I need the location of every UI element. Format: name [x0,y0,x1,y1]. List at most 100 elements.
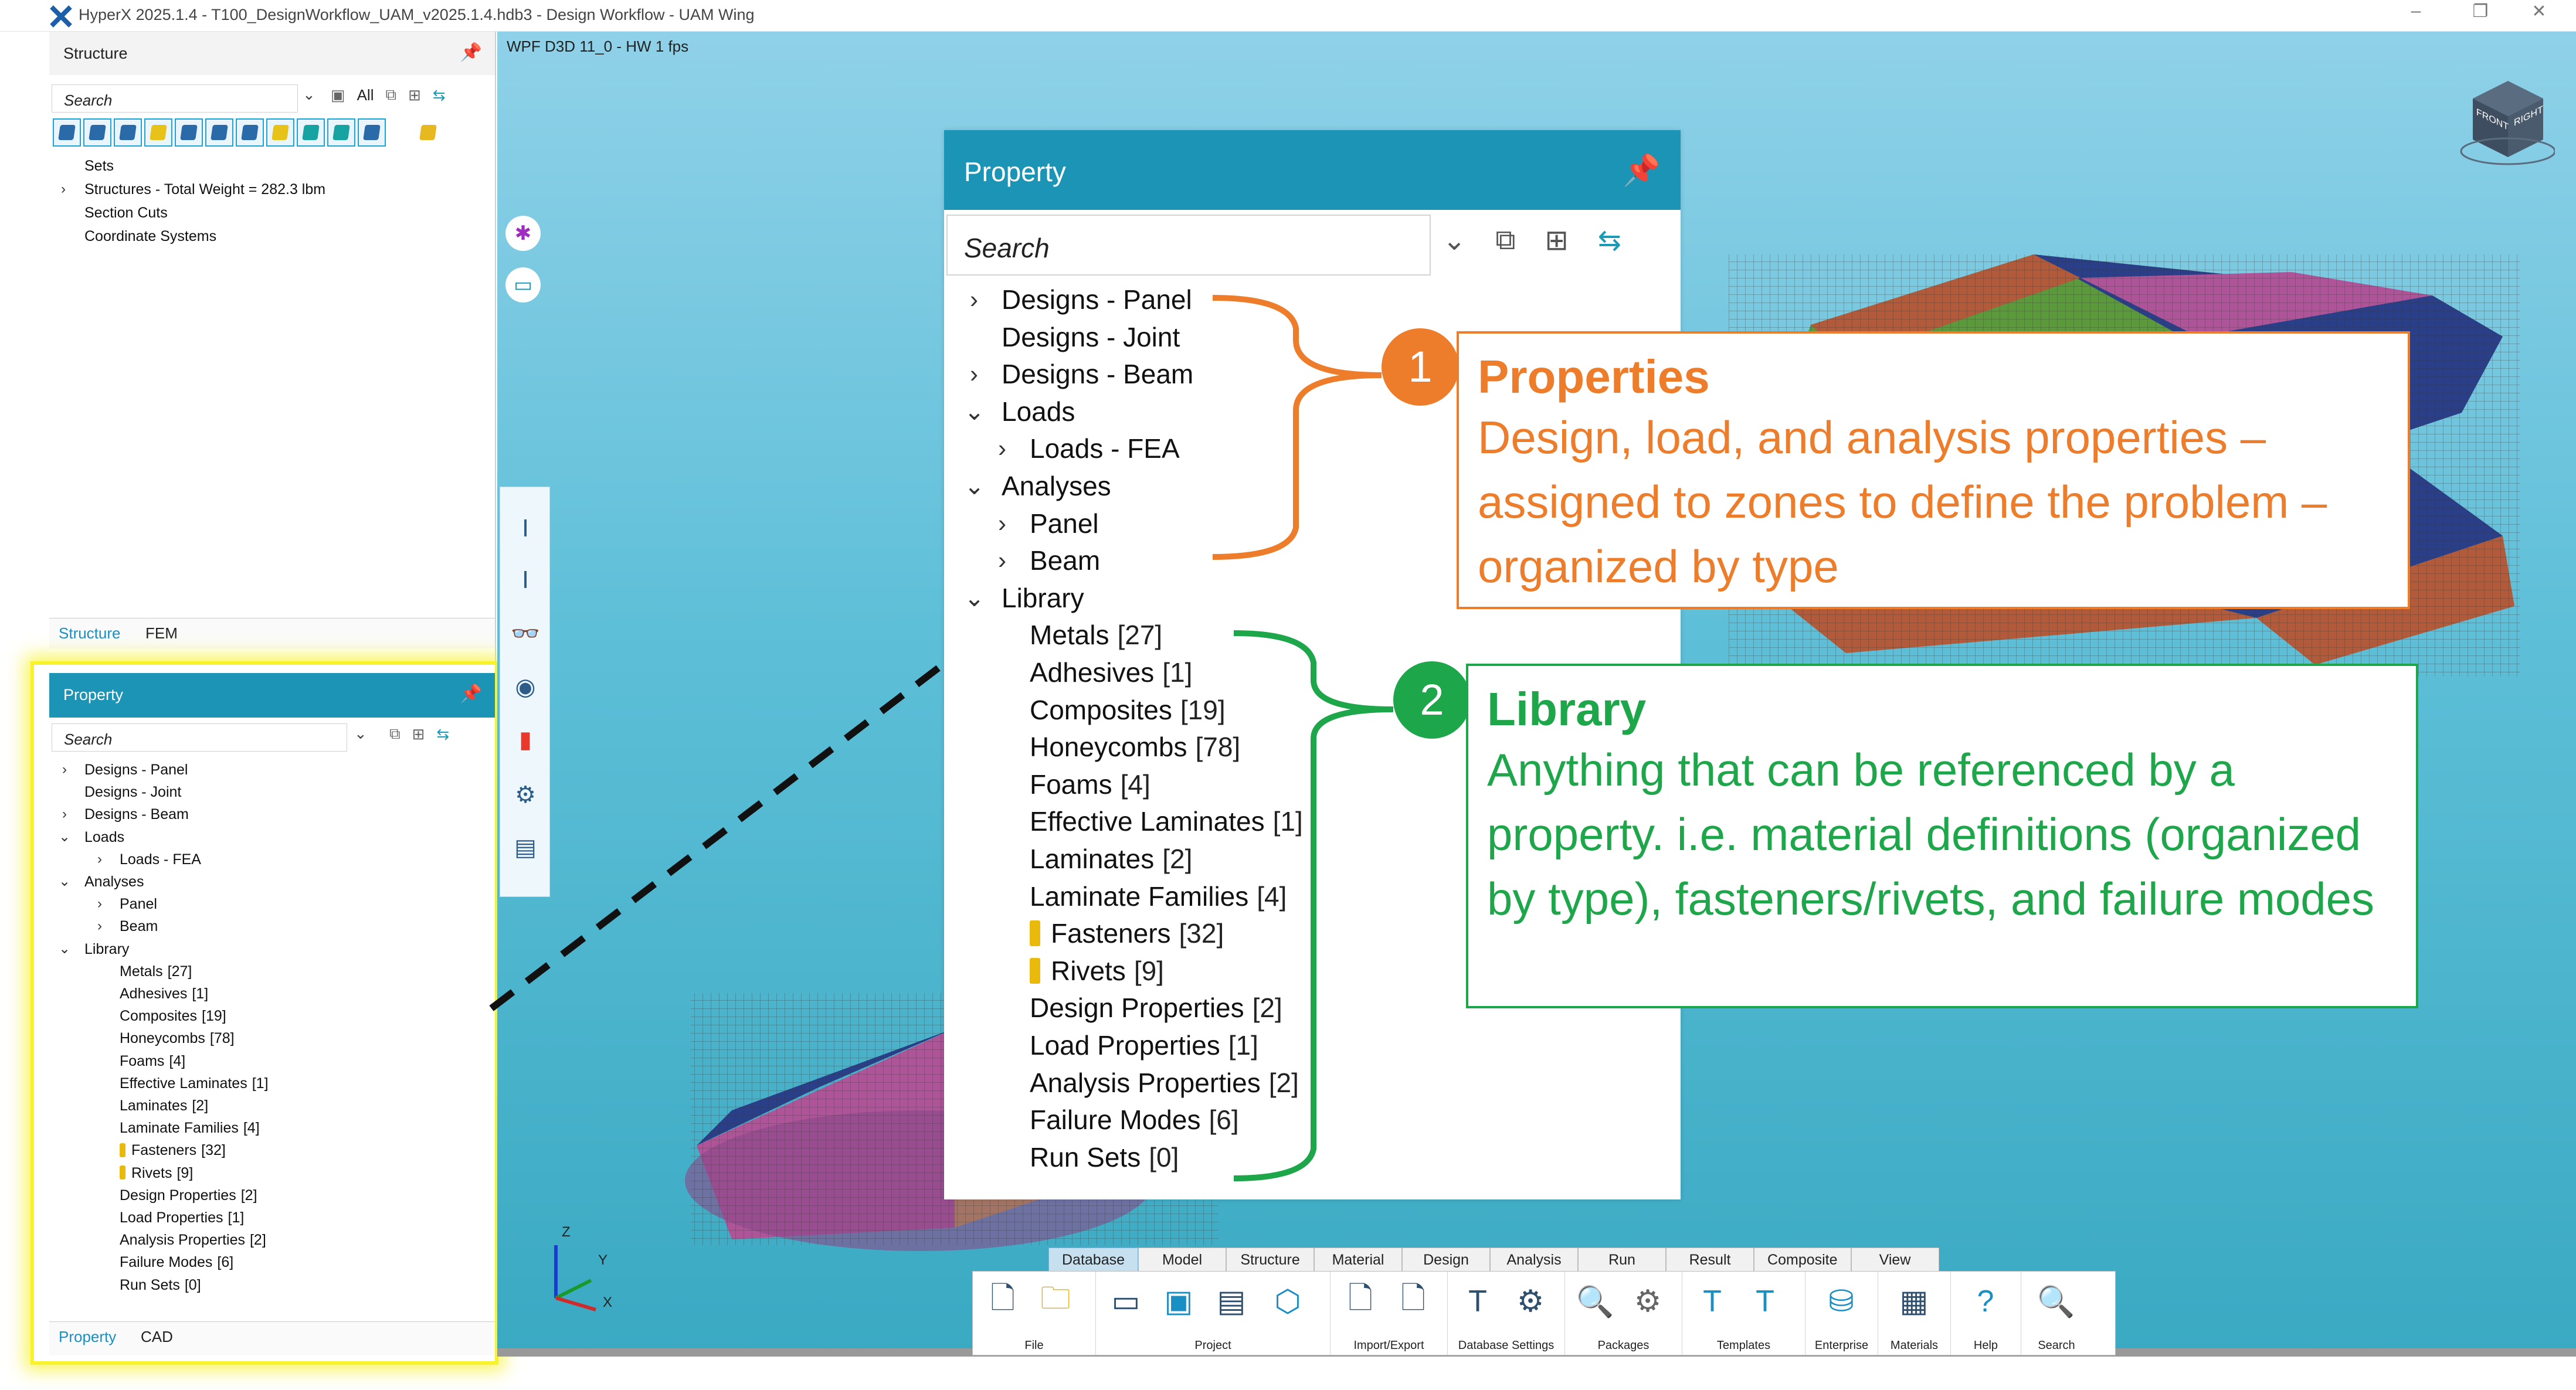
tree-item[interactable]: Laminates [2] [120,1095,208,1117]
tree-item[interactable]: ⌄ Analyses [59,871,144,893]
tree-item[interactable]: Effective Laminates [1] [120,1072,269,1095]
pin-icon[interactable]: 📌 [1623,152,1661,188]
chevron-down-icon[interactable]: ⌄ [964,468,985,504]
tree-icon[interactable]: ⊞ [408,86,421,104]
tree-item[interactable]: Foams [4] [120,1050,185,1072]
tree-item[interactable]: Load Properties [1] [120,1207,244,1229]
structure-search-input[interactable]: Search [52,84,298,113]
chevron-right-icon[interactable]: › [964,281,984,318]
tree-item[interactable]: Honeycombs [78] [1030,729,1240,765]
tab-fem[interactable]: FEM [145,624,178,643]
chevron-down-icon[interactable]: ⌄ [59,938,70,960]
tab-run[interactable]: Run [1578,1248,1667,1271]
project-window-icon[interactable]: ▣ [1157,1280,1200,1323]
settings-gear-icon[interactable]: ⚙ [1509,1280,1552,1323]
tree-item[interactable]: › Loads - FEA [998,430,1180,467]
tab-view[interactable]: View [1851,1248,1939,1271]
package-search-icon[interactable]: 🔍 [1573,1280,1617,1323]
tree-item[interactable]: Run Sets [0] [120,1274,201,1296]
tree-item-section-cuts[interactable]: Section Cuts [84,202,168,224]
shell-icon[interactable] [114,118,142,147]
tree-item[interactable]: Load Properties [1] [1030,1027,1258,1063]
tree-item-sets[interactable]: Sets [84,155,114,177]
sync-icon[interactable]: ⇆ [436,725,449,743]
tree-item[interactable]: Rivets [9] [1030,953,1164,989]
tree-item[interactable]: › Designs - Panel [970,281,1192,318]
collapse-all-icon[interactable]: ⧉ [385,86,396,104]
open-folder-icon[interactable]: 🗀 [1034,1280,1077,1323]
tree-item[interactable]: Fasteners [32] [120,1139,226,1161]
beam-icon[interactable] [205,118,233,147]
chevron-right-icon[interactable]: › [94,848,106,871]
chevron-right-icon[interactable]: › [94,893,106,915]
chevron-down-icon[interactable]: ⌄ [964,580,985,616]
tab-analysis[interactable]: Analysis [1490,1248,1579,1271]
tree-item[interactable]: Designs - Joint [84,781,181,803]
chevron-down-icon[interactable]: ⌄ [59,871,70,893]
search-icon[interactable]: 🔍 [2034,1280,2078,1323]
import-icon[interactable]: 🗋 [1339,1280,1382,1323]
sync-icon[interactable]: ⇆ [1598,224,1621,257]
tree-item[interactable]: Metals [27] [1030,617,1162,653]
angle-icon[interactable] [358,118,386,147]
collapse-all-icon[interactable]: ⧉ [1495,224,1515,257]
folder-icon[interactable] [414,118,442,147]
help-icon[interactable]: ? [1964,1280,2007,1323]
gear-part-icon[interactable] [327,118,355,147]
tree-item[interactable]: Honeycombs [78] [120,1027,235,1049]
chevron-right-icon[interactable]: › [59,803,70,825]
tree-item[interactable]: Metals [27] [120,960,192,983]
tree-item-coordinate-systems[interactable]: Coordinate Systems [84,225,216,247]
package-box-icon[interactable]: ⬡ [1266,1280,1309,1323]
tree-item[interactable]: Fasteners [32] [1030,915,1224,951]
plate-icon[interactable] [53,118,81,147]
tree-item[interactable]: › Beam [97,915,158,937]
tree-item[interactable]: › Designs - Beam [970,356,1193,392]
template-text-icon[interactable]: T [1743,1280,1787,1323]
tree-item[interactable]: › Panel [97,893,157,915]
solid-icon[interactable] [83,118,111,147]
tree-item[interactable]: Analysis Properties [2] [120,1229,266,1251]
tree-item[interactable]: Run Sets [0] [1030,1139,1179,1175]
pin-icon[interactable]: 📌 [460,42,482,63]
pin-icon[interactable]: 📌 [460,684,482,704]
tree-item[interactable]: ⌄ Loads [964,393,1075,430]
tree-item[interactable]: Foams [4] [1030,766,1150,803]
tree-item[interactable]: Composites [19] [1030,692,1226,728]
tree-item[interactable]: ⌄ Loads [59,826,124,848]
tree-item[interactable]: Analysis Properties [2] [1030,1065,1299,1101]
stack-icon[interactable] [266,118,294,147]
tab-composite[interactable]: Composite [1754,1248,1851,1271]
tree-item[interactable]: Effective Laminates [1] [1030,803,1303,840]
tree-item[interactable]: Designs - Joint [1002,319,1180,355]
chevron-down-icon[interactable]: ⌄ [303,86,315,104]
navigation-cube[interactable]: FRONT RIGHT [2455,69,2556,169]
chevron-right-icon[interactable]: › [992,430,1012,467]
tab-structure[interactable]: Structure [1226,1248,1315,1271]
fastener-group-icon[interactable] [297,118,325,147]
collapse-all-icon[interactable]: ⧉ [389,725,401,743]
tree-item[interactable]: › Loads - FEA [97,848,201,871]
tab-result[interactable]: Result [1666,1248,1754,1271]
panel-icon[interactable] [175,118,203,147]
chevron-right-icon[interactable]: › [964,356,984,392]
filter-icon[interactable]: ▣ [331,86,345,104]
package-gear-icon[interactable]: ⚙ [1626,1280,1669,1323]
tab-model[interactable]: Model [1138,1248,1227,1271]
tree-icon[interactable]: ⊞ [412,725,425,743]
tree-item[interactable]: Failure Modes [6] [1030,1102,1239,1138]
tab-property[interactable]: Property [59,1328,116,1346]
tree-item[interactable]: › Panel [998,505,1099,542]
chevron-right-icon[interactable]: › [992,505,1012,542]
joint-icon[interactable] [144,118,172,147]
tree-item[interactable]: Laminates [2] [1030,841,1192,877]
tree-item[interactable]: Adhesives [1] [120,983,208,1005]
tab-material[interactable]: Material [1314,1248,1403,1271]
chevron-down-icon[interactable]: ⌄ [59,826,70,848]
close-button[interactable]: ✕ [2521,1,2557,22]
tree-item[interactable]: › Designs - Panel [62,759,188,781]
tab-cad[interactable]: CAD [141,1328,173,1346]
chevron-down-icon[interactable]: ⌄ [1443,224,1466,257]
block-icon[interactable] [236,118,264,147]
tree-item[interactable]: ⌄ Library [964,580,1084,616]
